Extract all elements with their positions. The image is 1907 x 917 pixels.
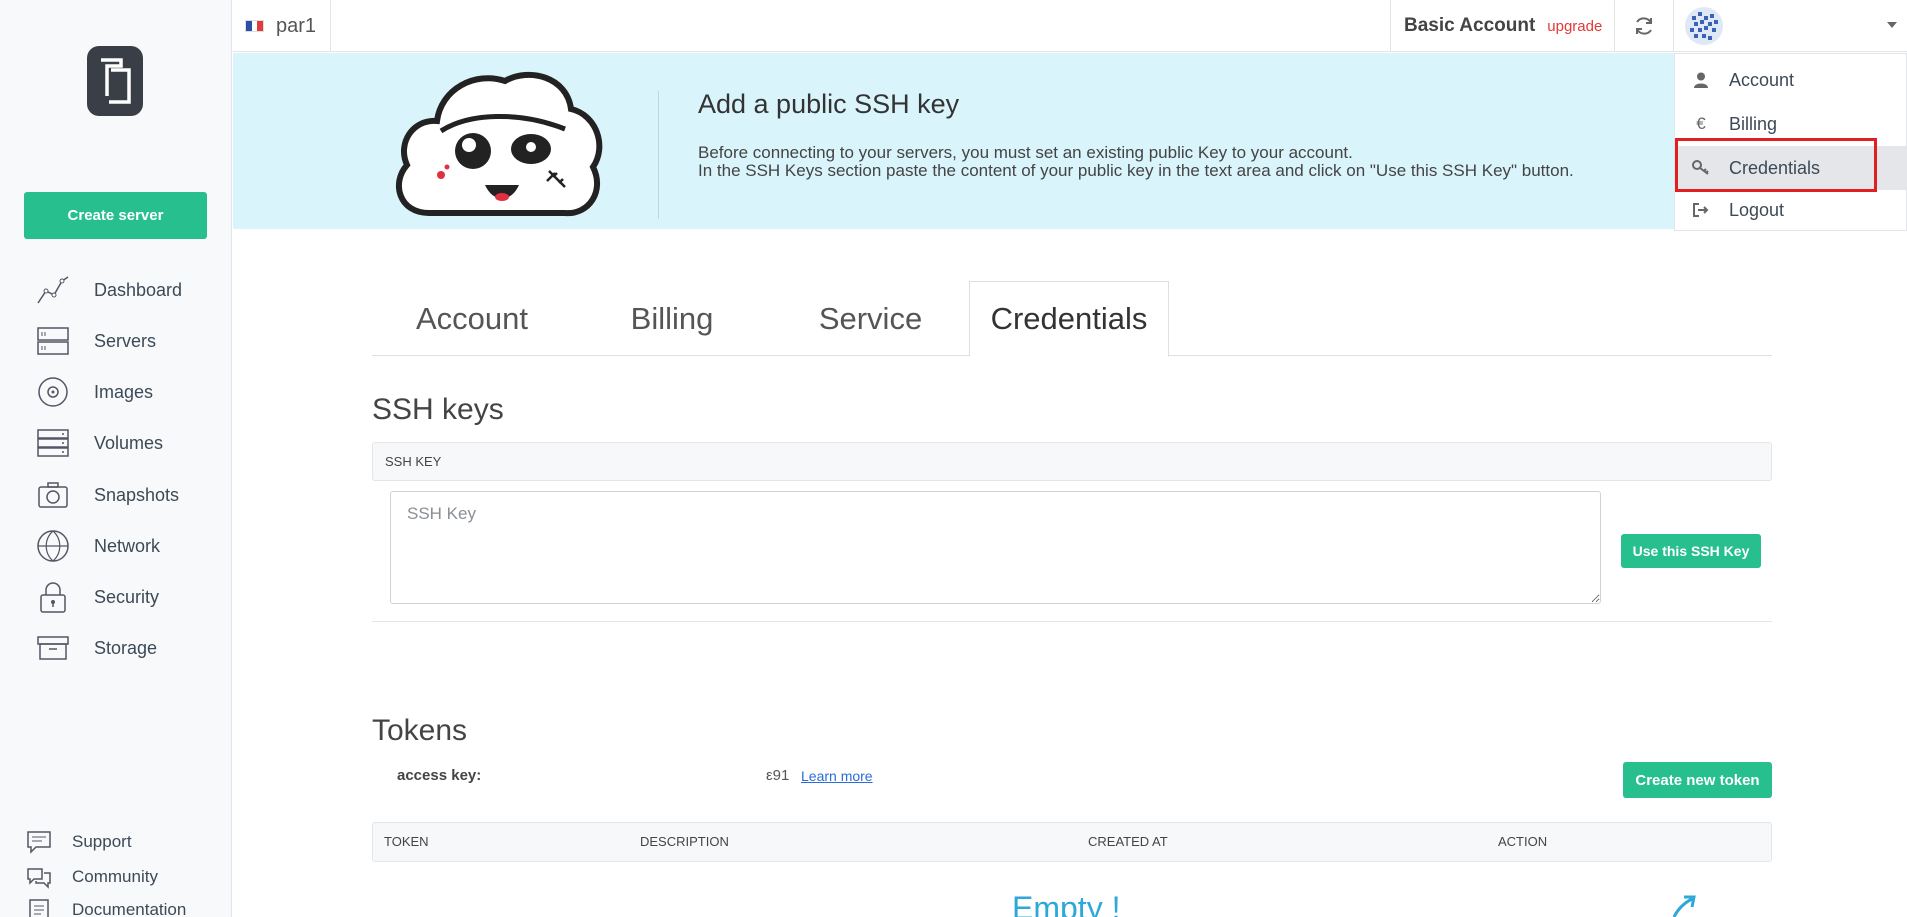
sidebar-item-label: Servers: [94, 330, 157, 351]
sidebar-item-label: Storage: [94, 637, 158, 658]
tab-account[interactable]: Account: [372, 281, 572, 356]
sidebar-item-volumes[interactable]: Volumes: [36, 425, 163, 461]
network-icon: [36, 529, 70, 563]
learn-more-link[interactable]: Learn more: [801, 768, 873, 784]
logout-icon: [1691, 203, 1711, 217]
tab-credentials[interactable]: Credentials: [969, 281, 1169, 357]
france-flag-icon: [245, 20, 264, 32]
column-header-description: DESCRIPTION: [640, 834, 729, 849]
sidebar-item-label: Snapshots: [94, 484, 180, 505]
volumes-icon: [36, 426, 70, 460]
account-plan: Basic Account upgrade: [1390, 0, 1615, 52]
account-tabs: Account Billing Service Credentials: [372, 281, 1772, 357]
sidebar-item-network[interactable]: Network: [36, 528, 160, 564]
dropdown-item-label: Account: [1729, 69, 1795, 90]
servers-icon: [36, 324, 70, 358]
banner-separator: [658, 91, 659, 219]
refresh-icon: [1636, 17, 1652, 35]
user-icon: [1691, 72, 1711, 88]
avatar: [1685, 7, 1723, 45]
storage-icon: [36, 631, 70, 665]
user-menu-toggle[interactable]: [1674, 0, 1907, 52]
dropdown-item-label: Billing: [1729, 113, 1778, 134]
sidebar-item-storage[interactable]: Storage: [36, 630, 157, 666]
access-key-value: ε91: [766, 767, 790, 784]
sidebar-item-dashboard[interactable]: Dashboard: [36, 272, 182, 308]
images-icon: [36, 375, 70, 409]
sidebar-item-label: Security: [94, 586, 160, 607]
sidebar-item-security[interactable]: Security: [36, 579, 159, 615]
column-header-created-at: CREATED AT: [1088, 834, 1168, 849]
create-server-button[interactable]: Create server: [24, 192, 207, 239]
region-name: par1: [276, 14, 317, 37]
tab-service[interactable]: Service: [772, 281, 969, 356]
ssh-keys-heading: SSH keys: [372, 393, 504, 426]
sidebar-item-documentation[interactable]: Documentation: [26, 895, 186, 917]
banner-text-line2: In the SSH Keys section paste the conten…: [698, 161, 1574, 180]
sidebar: Create server Dashboard Servers Images V…: [0, 0, 232, 917]
sidebar-item-community[interactable]: Community: [26, 862, 158, 892]
sidebar-item-support[interactable]: Support: [26, 827, 132, 857]
snapshots-icon: [36, 478, 70, 512]
sidebar-item-servers[interactable]: Servers: [36, 323, 156, 359]
tokens-table-header: TOKEN DESCRIPTION CREATED AT ACTION: [372, 822, 1772, 862]
banner-text-line1: Before connecting to your servers, you m…: [698, 143, 1353, 162]
sidebar-item-snapshots[interactable]: Snapshots: [36, 477, 179, 513]
dropdown-item-logout[interactable]: Logout: [1675, 188, 1907, 232]
ssh-key-table-header: SSH KEY: [372, 442, 1772, 481]
sidebar-item-label: Images: [94, 381, 154, 402]
ssh-key-banner: Add a public SSH key Before connecting t…: [233, 53, 1674, 229]
pirate-cloud-mascot-icon: [396, 71, 603, 217]
empty-state-text: Empty !: [1012, 890, 1121, 917]
sidebar-item-images[interactable]: Images: [36, 374, 153, 410]
account-type: Basic Account: [1404, 15, 1536, 36]
support-icon: [26, 829, 52, 855]
refresh-button[interactable]: [1615, 0, 1674, 52]
dropdown-item-label: Logout: [1729, 199, 1785, 220]
dropdown-item-billing[interactable]: € Billing: [1675, 102, 1907, 146]
dropdown-item-account[interactable]: Account: [1675, 58, 1907, 102]
column-header-token: TOKEN: [384, 834, 429, 849]
top-bar: par1 Basic Account upgrade: [233, 0, 1907, 52]
community-icon: [26, 864, 52, 890]
banner-title: Add a public SSH key: [698, 89, 960, 119]
section-divider: [372, 621, 1772, 622]
sidebar-item-label: Documentation: [72, 900, 187, 917]
region-selector[interactable]: par1: [233, 0, 331, 52]
sidebar-item-label: Volumes: [94, 432, 164, 453]
arrow-up-icon: [1672, 895, 1696, 917]
upgrade-link[interactable]: upgrade: [1547, 18, 1602, 35]
chevron-down-icon: [1887, 22, 1897, 28]
dropdown-item-credentials[interactable]: Credentials: [1675, 146, 1907, 190]
access-key-label: access key:: [397, 767, 482, 784]
sidebar-item-label: Dashboard: [94, 279, 183, 300]
user-dropdown-menu: Account € Billing Credentials Logout: [1674, 53, 1907, 231]
tokens-heading: Tokens: [372, 714, 468, 747]
create-new-token-button[interactable]: Create new token: [1623, 762, 1772, 798]
documentation-icon: [26, 897, 52, 917]
dropdown-item-label: Credentials: [1729, 157, 1821, 178]
tab-billing[interactable]: Billing: [572, 281, 772, 356]
key-icon: [1691, 160, 1711, 176]
sidebar-item-label: Support: [72, 832, 132, 851]
use-ssh-key-button[interactable]: Use this SSH Key: [1621, 534, 1761, 568]
security-icon: [36, 580, 70, 614]
sidebar-item-label: Community: [72, 867, 158, 886]
ssh-key-input[interactable]: [390, 491, 1601, 604]
logo-icon[interactable]: [87, 46, 143, 116]
euro-icon: €: [1696, 114, 1706, 133]
column-header-action: ACTION: [1498, 834, 1548, 849]
sidebar-item-label: Network: [94, 535, 161, 556]
dashboard-icon: [36, 273, 70, 307]
